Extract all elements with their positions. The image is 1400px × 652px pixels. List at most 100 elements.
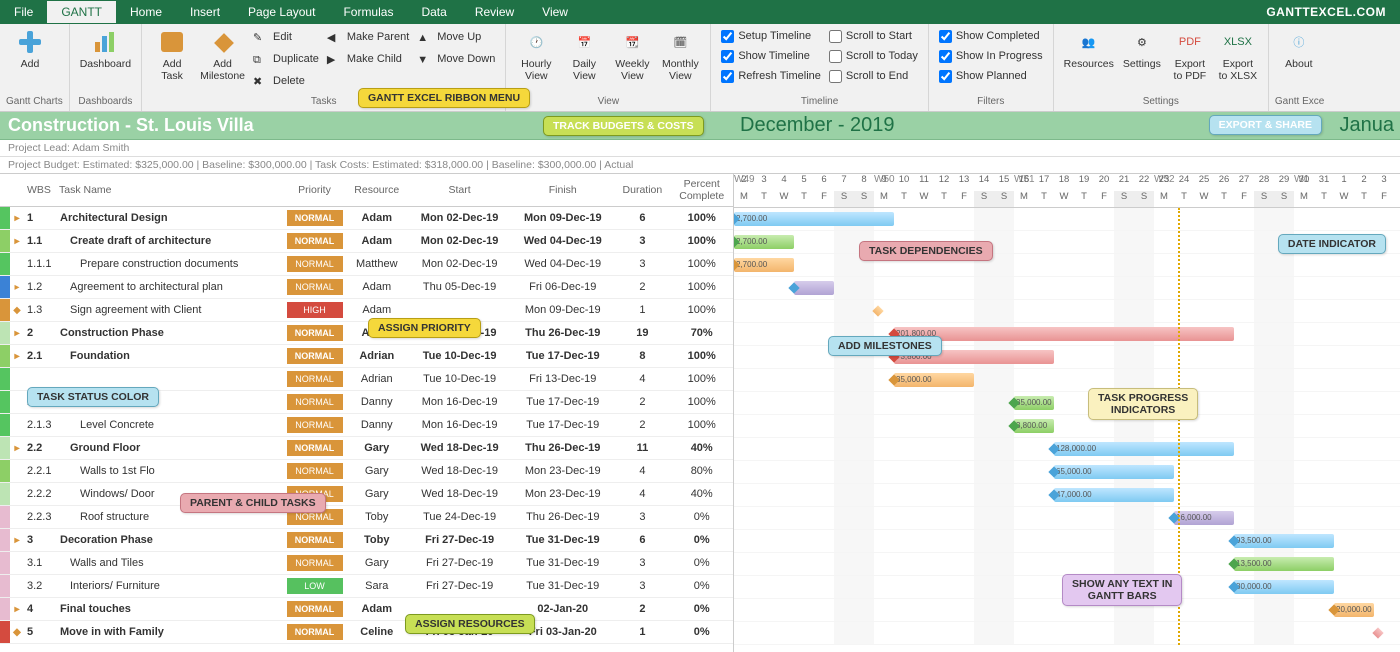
gantt-bar[interactable]: 35,000.00 [894,373,974,387]
gantt-bar[interactable]: 47,000.00 [1054,488,1174,502]
callout-any-text: SHOW ANY TEXT IN GANTT BARS [1062,574,1182,606]
make-parent-button[interactable]: ◀Make Parent [323,26,413,48]
column-header[interactable]: Duration [614,174,670,207]
table-row[interactable]: ▸2.2Ground FloorNORMALGaryWed 18-Dec-19T… [0,437,733,460]
table-row[interactable]: 2.2.1Walls to 1st FloNORMALGaryWed 18-De… [0,460,733,483]
monthly-view-button[interactable]: 🗓Monthly View [656,26,704,84]
resources-button[interactable]: 👥Resources [1060,26,1118,72]
show-timeline-label: Show Timeline [738,46,810,66]
gantt-bar[interactable]: 20,000.00 [1334,603,1374,617]
add-milestone-button[interactable]: Add Milestone [196,26,249,84]
ribbon-group-about: ⓘAbout Gantt Exce [1269,24,1330,111]
callout-priority: ASSIGN PRIORITY [368,318,481,338]
menu-item-home[interactable]: Home [116,1,176,23]
setup-timeline-check[interactable]: Setup Timeline [717,26,825,46]
task-table: WBSTask NamePriorityResourceStartFinishD… [0,174,733,644]
callout-task-dependencies: TASK DEPENDENCIES [859,241,993,261]
table-row[interactable]: ▸3Decoration PhaseNORMALTobyFri 27-Dec-1… [0,529,733,552]
make-child-button[interactable]: ▶Make Child [323,48,413,70]
hourly-view-button[interactable]: 🕐Hourly View [512,26,560,84]
gantt-bar[interactable] [794,281,834,295]
column-header[interactable] [10,174,24,207]
table-row[interactable]: ▸4Final touchesNORMALAdam02-Jan-2020% [0,598,733,621]
menu-item-gantt[interactable]: GANTT [47,1,116,23]
column-header[interactable] [0,174,10,207]
table-row[interactable]: 3.2Interiors/ FurnitureLOWSaraFri 27-Dec… [0,575,733,598]
table-row[interactable]: ▸2Construction PhaseNORMALAdamTue 10-Dec… [0,322,733,345]
column-header[interactable]: Resource [346,174,409,207]
gantt-bar[interactable]: 2,700.00 [734,212,894,226]
menu-item-view[interactable]: View [528,1,582,23]
column-header[interactable]: Start [408,174,511,207]
about-label: About [1285,58,1312,70]
gantt-bar[interactable]: 201,800.00 [894,327,1234,341]
table-row[interactable]: 2.2.3Roof structureNORMALTobyTue 24-Dec-… [0,506,733,529]
edit-button[interactable]: ✎Edit [249,26,323,48]
menu-item-insert[interactable]: Insert [176,1,234,23]
show-completed-check[interactable]: Show Completed [935,26,1047,46]
callout-progress: TASK PROGRESS INDICATORS [1088,388,1198,420]
menu-item-formulas[interactable]: Formulas [329,1,407,23]
gantt-bar[interactable]: 65,000.00 [1054,465,1174,479]
table-row[interactable]: 2.2.2Windows/ DoorNORMALGaryWed 18-Dec-1… [0,483,733,506]
menu-item-data[interactable]: Data [407,1,460,23]
gantt-bar[interactable]: 93,500.00 [1234,534,1334,548]
column-header[interactable]: Finish [511,174,614,207]
gantt-bar[interactable]: 2,700.00 [734,258,794,272]
gantt-panel[interactable]: W49W50W51W52W1 2345678910111213141516171… [734,174,1400,652]
menu-item-page-layout[interactable]: Page Layout [234,1,329,23]
table-row[interactable]: ◆5Move in with FamilyNORMALCelineFri 03-… [0,621,733,644]
table-row[interactable]: ▸1.2Agreement to architectural planNORMA… [0,276,733,299]
scroll-end-check[interactable]: Scroll to End [825,66,922,86]
gantt-bar[interactable]: 2,700.00 [734,235,794,249]
gantt-bar[interactable]: 80,000.00 [1234,580,1334,594]
table-row[interactable]: ▸1.1Create draft of architectureNORMALAd… [0,230,733,253]
delete-button[interactable]: ✖Delete [249,70,323,92]
export-xlsx-button[interactable]: XLSXExport to XLSX [1214,26,1262,84]
column-header[interactable]: PercentComplete [670,174,733,207]
column-header[interactable]: WBS [24,174,56,207]
column-header[interactable]: Priority [284,174,346,207]
gantt-bar[interactable]: 35,000.00 [1014,396,1054,410]
scroll-start-check[interactable]: Scroll to Start [825,26,922,46]
weekly-view-button[interactable]: 📆Weekly View [608,26,656,84]
ribbon-group-filters: Show Completed Show In Progress Show Pla… [929,24,1054,111]
scroll-today-check[interactable]: Scroll to Today [825,46,922,66]
gantt-bar[interactable] [1372,627,1383,638]
move-up-button[interactable]: ▲Move Up [413,26,499,48]
show-inprogress-check[interactable]: Show In Progress [935,46,1047,66]
table-row[interactable]: 3.1Walls and TilesNORMALGaryFri 27-Dec-1… [0,552,733,575]
add-chart-button[interactable]: Add [6,26,54,72]
move-down-button[interactable]: ▼Move Down [413,48,499,70]
show-timeline-check[interactable]: Show Timeline [717,46,825,66]
settings-button[interactable]: ⚙Settings [1118,26,1166,72]
gantt-bar[interactable] [872,305,883,316]
table-row[interactable]: 1.1.1Prepare construction documentsNORMA… [0,253,733,276]
export-pdf-button[interactable]: PDFExport to PDF [1166,26,1214,84]
add-chart-label: Add [21,58,40,70]
about-button[interactable]: ⓘ About [1275,26,1323,72]
gantt-bar[interactable]: 13,500.00 [1234,557,1334,571]
menu-item-file[interactable]: File [0,1,47,23]
daily-view-button[interactable]: 📅Daily View [560,26,608,84]
dashboard-button[interactable]: Dashboard [76,26,135,72]
gantt-bar[interactable]: 16,000.00 [1174,511,1234,525]
column-header[interactable]: Task Name [56,174,284,207]
table-row[interactable]: ▸2.1FoundationNORMALAdrianTue 10-Dec-19T… [0,345,733,368]
gantt-bar[interactable]: 3,800.00 [1014,419,1054,433]
table-row[interactable]: 2.1.3Level ConcreteNORMALDannyMon 16-Dec… [0,414,733,437]
show-planned-check[interactable]: Show Planned [935,66,1047,86]
duplicate-label: Duplicate [273,50,319,68]
copy-icon: ⧉ [253,51,269,67]
gantt-bar[interactable]: 128,000.00 [1054,442,1234,456]
refresh-timeline-check[interactable]: Refresh Timeline [717,66,825,86]
gantt-row: 2,700.00 [734,254,1400,277]
about-icon: ⓘ [1285,28,1313,56]
menu-item-review[interactable]: Review [461,1,528,23]
add-task-button[interactable]: Add Task [148,26,196,84]
edit-label: Edit [273,28,292,46]
main-content: WBSTask NamePriorityResourceStartFinishD… [0,174,1400,652]
duplicate-button[interactable]: ⧉Duplicate [249,48,323,70]
table-row[interactable]: ◆1.3Sign agreement with ClientHIGHAdamMo… [0,299,733,322]
table-row[interactable]: ▸1Architectural DesignNORMALAdamMon 02-D… [0,207,733,230]
